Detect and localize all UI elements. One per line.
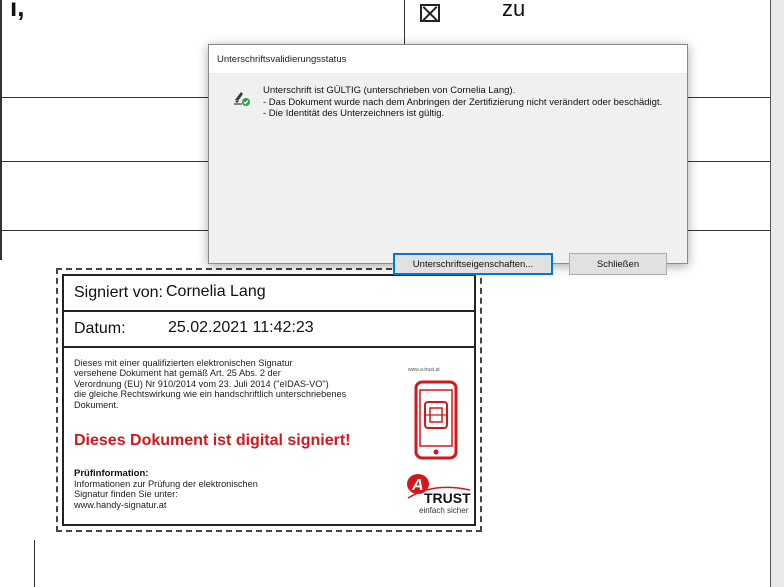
table-rule-1: [0, 97, 208, 98]
verification-text: Informationen zur Prüfung der elektronis…: [74, 479, 258, 510]
date-label: Datum:: [74, 320, 126, 337]
valid-signature-icon: [234, 92, 250, 106]
page-border-left-lower: [34, 540, 35, 587]
table-rule-1b: [686, 97, 770, 98]
dialog-title: Unterschriftsvalidierungsstatus: [217, 54, 347, 65]
dialog-titlebar[interactable]: Unterschriftsvalidierungsstatus: [209, 45, 687, 73]
verification-heading: Prüfinformation:: [74, 468, 149, 479]
table-rule-3b: [686, 230, 770, 231]
dialog-body: Unterschrift ist GÜLTIG (unterschrieben …: [209, 73, 687, 275]
close-button[interactable]: Schließen: [569, 253, 667, 275]
document-top-word: zu: [502, 0, 526, 21]
table-rule-2b: [686, 161, 770, 162]
status-line-identity: - Die Identität des Unterzeichners ist g…: [263, 108, 445, 119]
document-top-fragment: ı,: [10, 0, 25, 22]
atrust-wordmark: TRUST: [424, 490, 471, 506]
checkbox-crossed-icon: [420, 4, 440, 22]
status-line-unmodified: - Das Dokument wurde nach dem Anbringen …: [263, 96, 663, 108]
legal-text: Dieses mit einer qualifizierten elektron…: [74, 358, 347, 410]
atrust-tagline: einfach sicher: [419, 506, 469, 515]
signer-label: Signiert von:: [74, 284, 163, 301]
date-row: Datum: 25.02.2021 11:42:23: [64, 312, 474, 348]
validation-status-text: Unterschrift ist GÜLTIG (unterschrieben …: [263, 85, 673, 120]
mobile-phone-chip-icon: [414, 380, 458, 460]
page-scroll-edge: [770, 0, 784, 587]
atrust-url: www.a-trust.at: [408, 367, 440, 373]
table-border-left: [0, 0, 2, 260]
status-line-valid: Unterschrift ist GÜLTIG (unterschrieben …: [263, 85, 516, 96]
date-value: 25.02.2021 11:42:23: [168, 319, 314, 336]
table-rule-2: [0, 161, 208, 162]
signature-validation-dialog[interactable]: Unterschriftsvalidierungsstatus Untersch…: [208, 44, 688, 275]
signer-row: Signiert von: Cornelia Lang: [64, 276, 474, 312]
signer-value: Cornelia Lang: [166, 283, 266, 300]
table-divider-vertical: [404, 0, 405, 46]
table-rule-3: [0, 230, 208, 231]
digital-signed-notice: Dieses Dokument ist digital signiert!: [74, 432, 351, 449]
signature-properties-button[interactable]: Unterschriftseigenschaften...: [393, 253, 553, 275]
signature-stamp-frame: Signiert von: Cornelia Lang Datum: 25.02…: [62, 274, 476, 526]
signature-stamp: Signiert von: Cornelia Lang Datum: 25.02…: [56, 268, 482, 532]
